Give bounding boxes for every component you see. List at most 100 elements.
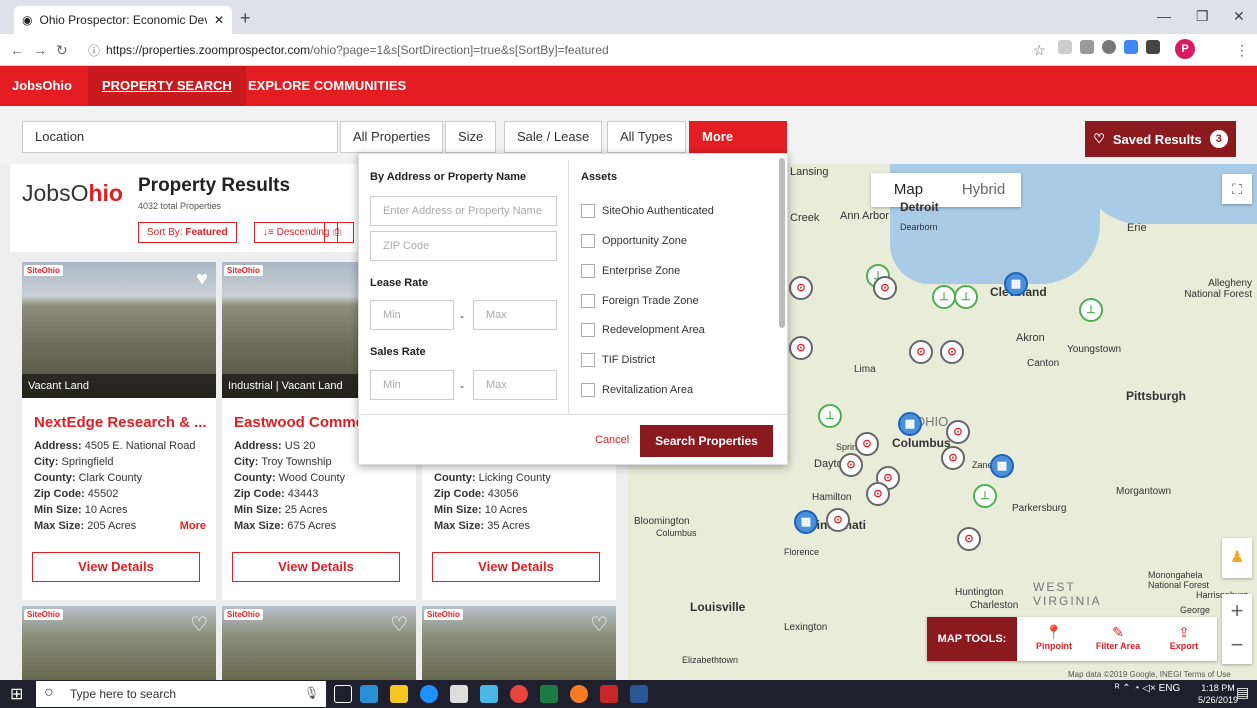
map-pin[interactable]: ⊙ [957, 527, 981, 551]
close-window-icon[interactable]: ✕ [1233, 8, 1245, 25]
asset-checkbox[interactable] [581, 383, 595, 397]
map-pin[interactable]: ▦ [1004, 272, 1028, 296]
map-pin[interactable]: ⊥ [818, 404, 842, 428]
word-icon[interactable] [630, 685, 648, 703]
notification-icon[interactable]: ▤ [1236, 684, 1249, 701]
more-filters-button[interactable]: More Filters [689, 121, 787, 174]
taskbar-search-input[interactable]: Type here to search [36, 681, 326, 707]
view-details-button[interactable]: View Details [232, 552, 400, 582]
cancel-button[interactable]: Cancel [595, 434, 629, 446]
new-tab-button[interactable]: + [240, 8, 251, 29]
app-icon[interactable] [570, 685, 588, 703]
extension-icon[interactable] [1058, 40, 1072, 54]
property-name[interactable]: NextEdge Research & ... [34, 414, 210, 431]
fullscreen-icon[interactable]: ⛶ [1222, 174, 1252, 204]
more-link[interactable]: More [180, 520, 206, 532]
browser-tab[interactable]: ◉ Ohio Prospector: Economic Deve ✕ [14, 6, 232, 34]
zip-input[interactable]: ZIP Code [370, 231, 557, 261]
print-button[interactable]: ⎙ [324, 222, 354, 243]
reload-icon[interactable]: ↻ [56, 42, 68, 59]
export-tool[interactable]: ⇪ Export [1154, 624, 1214, 651]
map-pin[interactable]: ▦ [794, 510, 818, 534]
sort-by-button[interactable]: Sort By: Featured [138, 222, 237, 243]
filter-area-tool[interactable]: ✎ Filter Area [1088, 624, 1148, 651]
asset-checkbox[interactable] [581, 353, 595, 367]
people-app-icon[interactable] [360, 685, 378, 703]
zoom-in-icon[interactable]: + [1222, 594, 1252, 628]
back-icon[interactable]: ← [10, 42, 24, 58]
save-heart-icon[interactable]: ♡ [390, 612, 408, 637]
map-pin[interactable]: ⊙ [855, 432, 879, 456]
map-pin[interactable]: ⊙ [946, 420, 970, 444]
restore-icon[interactable]: ❐ [1196, 8, 1209, 25]
zoom-out-icon[interactable]: − [1222, 628, 1252, 662]
forward-icon[interactable]: → [33, 42, 47, 58]
all-properties-filter[interactable]: All Properties [340, 121, 444, 153]
map-pin[interactable]: ⊙ [789, 276, 813, 300]
profile-avatar[interactable]: P [1175, 39, 1195, 59]
mcafee-icon[interactable] [600, 685, 618, 703]
property-card-partial[interactable]: SiteOhio ♡ [222, 606, 416, 680]
map-pin[interactable]: ▦ [990, 454, 1014, 478]
edge-icon[interactable] [420, 685, 438, 703]
search-properties-button[interactable]: Search Properties [640, 425, 773, 457]
map-pin[interactable]: ⊥ [973, 484, 997, 508]
map-pin[interactable]: ▦ [898, 412, 922, 436]
view-details-button[interactable]: View Details [32, 552, 200, 582]
property-card-partial[interactable]: SiteOhio ♡ [22, 606, 216, 680]
asset-checkbox[interactable] [581, 323, 595, 337]
nav-property-search[interactable]: PROPERTY SEARCH [88, 66, 246, 106]
language-indicator[interactable]: ENG [1159, 683, 1181, 694]
extension-icon[interactable] [1124, 40, 1138, 54]
extension-icon[interactable] [1146, 40, 1160, 54]
system-tray[interactable]: ᴿ ⌃ ◔ ◁× ENG [1115, 683, 1180, 694]
file-explorer-icon[interactable] [390, 685, 408, 703]
map-pin[interactable]: ⊥ [932, 285, 956, 309]
asset-checkbox[interactable] [581, 234, 595, 248]
app-icon[interactable] [480, 685, 498, 703]
mail-icon[interactable] [450, 685, 468, 703]
extension-icon[interactable] [1080, 40, 1094, 54]
map-pin[interactable]: ⊙ [839, 453, 863, 477]
view-details-button[interactable]: View Details [432, 552, 600, 582]
task-view-icon[interactable] [334, 685, 352, 703]
map-pin[interactable]: ⊙ [866, 482, 890, 506]
asset-checkbox[interactable] [581, 264, 595, 278]
chrome-menu-icon[interactable]: ⋮ [1235, 42, 1249, 59]
save-heart-icon[interactable]: ♡ [190, 612, 208, 637]
save-heart-icon[interactable]: ♥ [196, 268, 208, 291]
microphone-icon[interactable]: 🎙 [304, 686, 319, 700]
url-field[interactable]: ⓘ https://properties.zoomprospector.com/… [88, 39, 1018, 61]
bookmark-star-icon[interactable]: ☆ [1033, 42, 1046, 59]
map-pin[interactable]: ⊙ [873, 276, 897, 300]
close-tab-icon[interactable]: ✕ [214, 13, 224, 27]
location-input[interactable]: Location [22, 121, 338, 153]
street-view-pegman-icon[interactable]: ♟ [1222, 538, 1252, 578]
map-pin[interactable]: ⊥ [1079, 298, 1103, 322]
chrome-icon[interactable] [510, 685, 528, 703]
taskbar-clock[interactable]: 1:18 PM 5/26/2019 [1198, 682, 1238, 706]
minimize-icon[interactable]: — [1157, 8, 1171, 24]
excel-icon[interactable] [540, 685, 558, 703]
sales-max-input[interactable]: Max [473, 370, 557, 400]
pinpoint-tool[interactable]: 📍 Pinpoint [1024, 624, 1084, 651]
size-filter[interactable]: Size [445, 121, 497, 153]
map-pin[interactable]: ⊙ [909, 340, 933, 364]
extension-icon[interactable] [1102, 40, 1116, 54]
lease-max-input[interactable]: Max [473, 300, 557, 330]
map-pin[interactable]: ⊙ [940, 340, 964, 364]
property-card-partial[interactable]: SiteOhio ♡ [422, 606, 616, 680]
map-pin[interactable]: ⊙ [826, 508, 850, 532]
map-pin[interactable]: ⊙ [789, 336, 813, 360]
saved-results-button[interactable]: ♡ Saved Results 3 [1085, 121, 1236, 157]
sales-min-input[interactable]: Min [370, 370, 454, 400]
map-pin[interactable]: ⊙ [941, 446, 965, 470]
save-heart-icon[interactable]: ♡ [590, 612, 608, 637]
map-type-hybrid[interactable]: Hybrid [946, 173, 1021, 207]
nav-explore-communities[interactable]: EXPLORE COMMUNITIES [248, 66, 406, 106]
dropdown-scrollbar[interactable] [779, 158, 785, 328]
lease-min-input[interactable]: Min [370, 300, 454, 330]
windows-start-icon[interactable]: ⊞ [10, 684, 23, 704]
address-input[interactable]: Enter Address or Property Name [370, 196, 557, 226]
sale-lease-filter[interactable]: Sale / Lease [504, 121, 603, 153]
